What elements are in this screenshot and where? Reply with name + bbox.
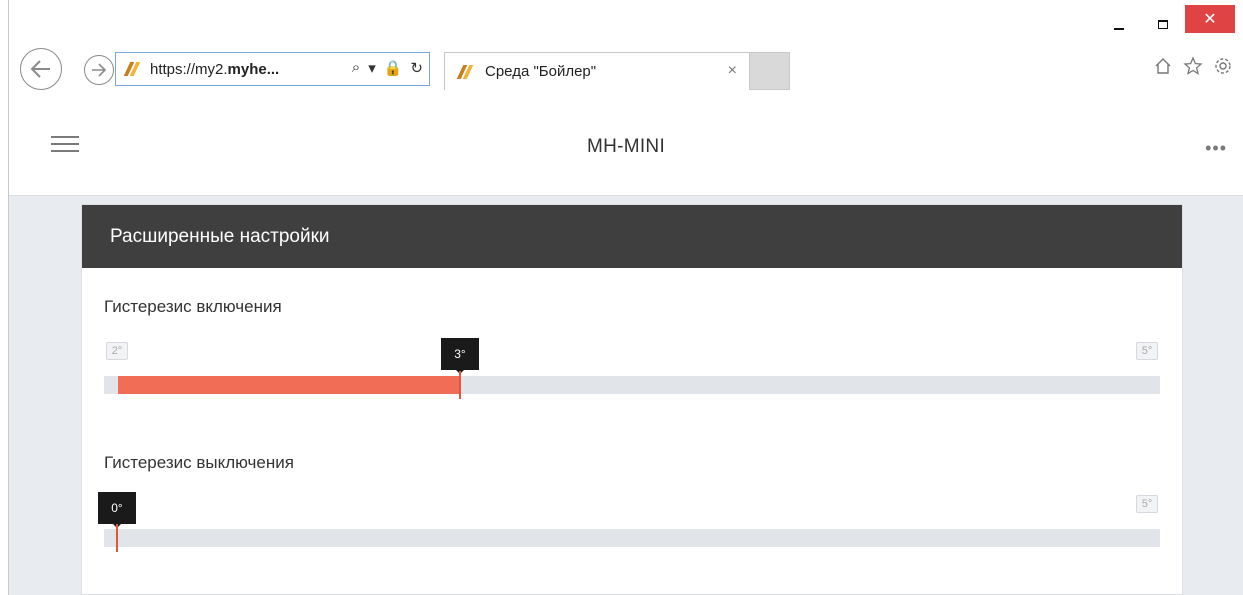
browser-tab[interactable]: Среда "Бойлер" ×: [444, 52, 750, 90]
address-bar[interactable]: https://my2.myhe... ⌕ ▾ 🔒 ↻: [115, 52, 430, 86]
range-max-label: 5°: [1136, 342, 1158, 360]
star-icon[interactable]: [1183, 56, 1203, 76]
refresh-icon[interactable]: ↻: [410, 59, 423, 77]
slider-value-tooltip: 0°: [98, 492, 136, 528]
minimize-icon: [1114, 28, 1124, 30]
minimize-button[interactable]: [1097, 10, 1141, 38]
tab-close-icon[interactable]: ×: [728, 62, 737, 80]
lock-icon: 🔒: [383, 60, 403, 77]
forward-button[interactable]: [84, 55, 114, 85]
slider-track[interactable]: [104, 529, 1160, 547]
back-arrow-icon: [30, 60, 50, 78]
range-min-label: 2°: [106, 342, 128, 360]
gear-icon[interactable]: [1213, 56, 1233, 76]
maximize-icon: [1158, 19, 1168, 29]
dropdown-icon[interactable]: ▾: [368, 59, 376, 77]
tab-title: Среда "Бойлер": [485, 63, 597, 80]
more-options-icon[interactable]: •••: [1205, 138, 1227, 159]
close-icon: ✕: [1203, 11, 1217, 28]
tab-favicon-icon: [456, 64, 475, 79]
maximize-button[interactable]: [1141, 10, 1185, 38]
site-favicon-icon: [123, 62, 142, 76]
slider-handle[interactable]: [459, 371, 461, 399]
slider-handle[interactable]: [116, 524, 118, 552]
back-button[interactable]: [20, 48, 62, 90]
setting-label: Гистерезис включения: [104, 297, 282, 316]
slider-value-tooltip: 3°: [441, 338, 479, 374]
new-tab-button[interactable]: [750, 52, 790, 90]
app-header: MH-MINI •••: [9, 98, 1243, 196]
slider-track[interactable]: [104, 376, 1160, 394]
search-icon[interactable]: ⌕: [352, 59, 360, 77]
slider-fill: [118, 376, 459, 394]
forward-arrow-icon: [92, 63, 107, 77]
window-controls: ✕: [1097, 5, 1235, 38]
setting-label: Гистерезис выключения: [104, 453, 294, 472]
close-window-button[interactable]: ✕: [1185, 5, 1235, 33]
address-url: https://my2.myhe...: [150, 60, 280, 78]
home-icon[interactable]: [1153, 56, 1173, 76]
browser-right-icons: [1153, 56, 1233, 76]
card-title: Расширенные настройки: [82, 205, 1182, 268]
app-title: MH-MINI: [586, 136, 666, 157]
advanced-settings-card: Расширенные настройки Гистерезис включен…: [81, 204, 1183, 595]
range-max-label: 5°: [1136, 495, 1158, 513]
browser-toolbar: https://my2.myhe... ⌕ ▾ 🔒 ↻ Среда "Бойле…: [8, 48, 1243, 98]
